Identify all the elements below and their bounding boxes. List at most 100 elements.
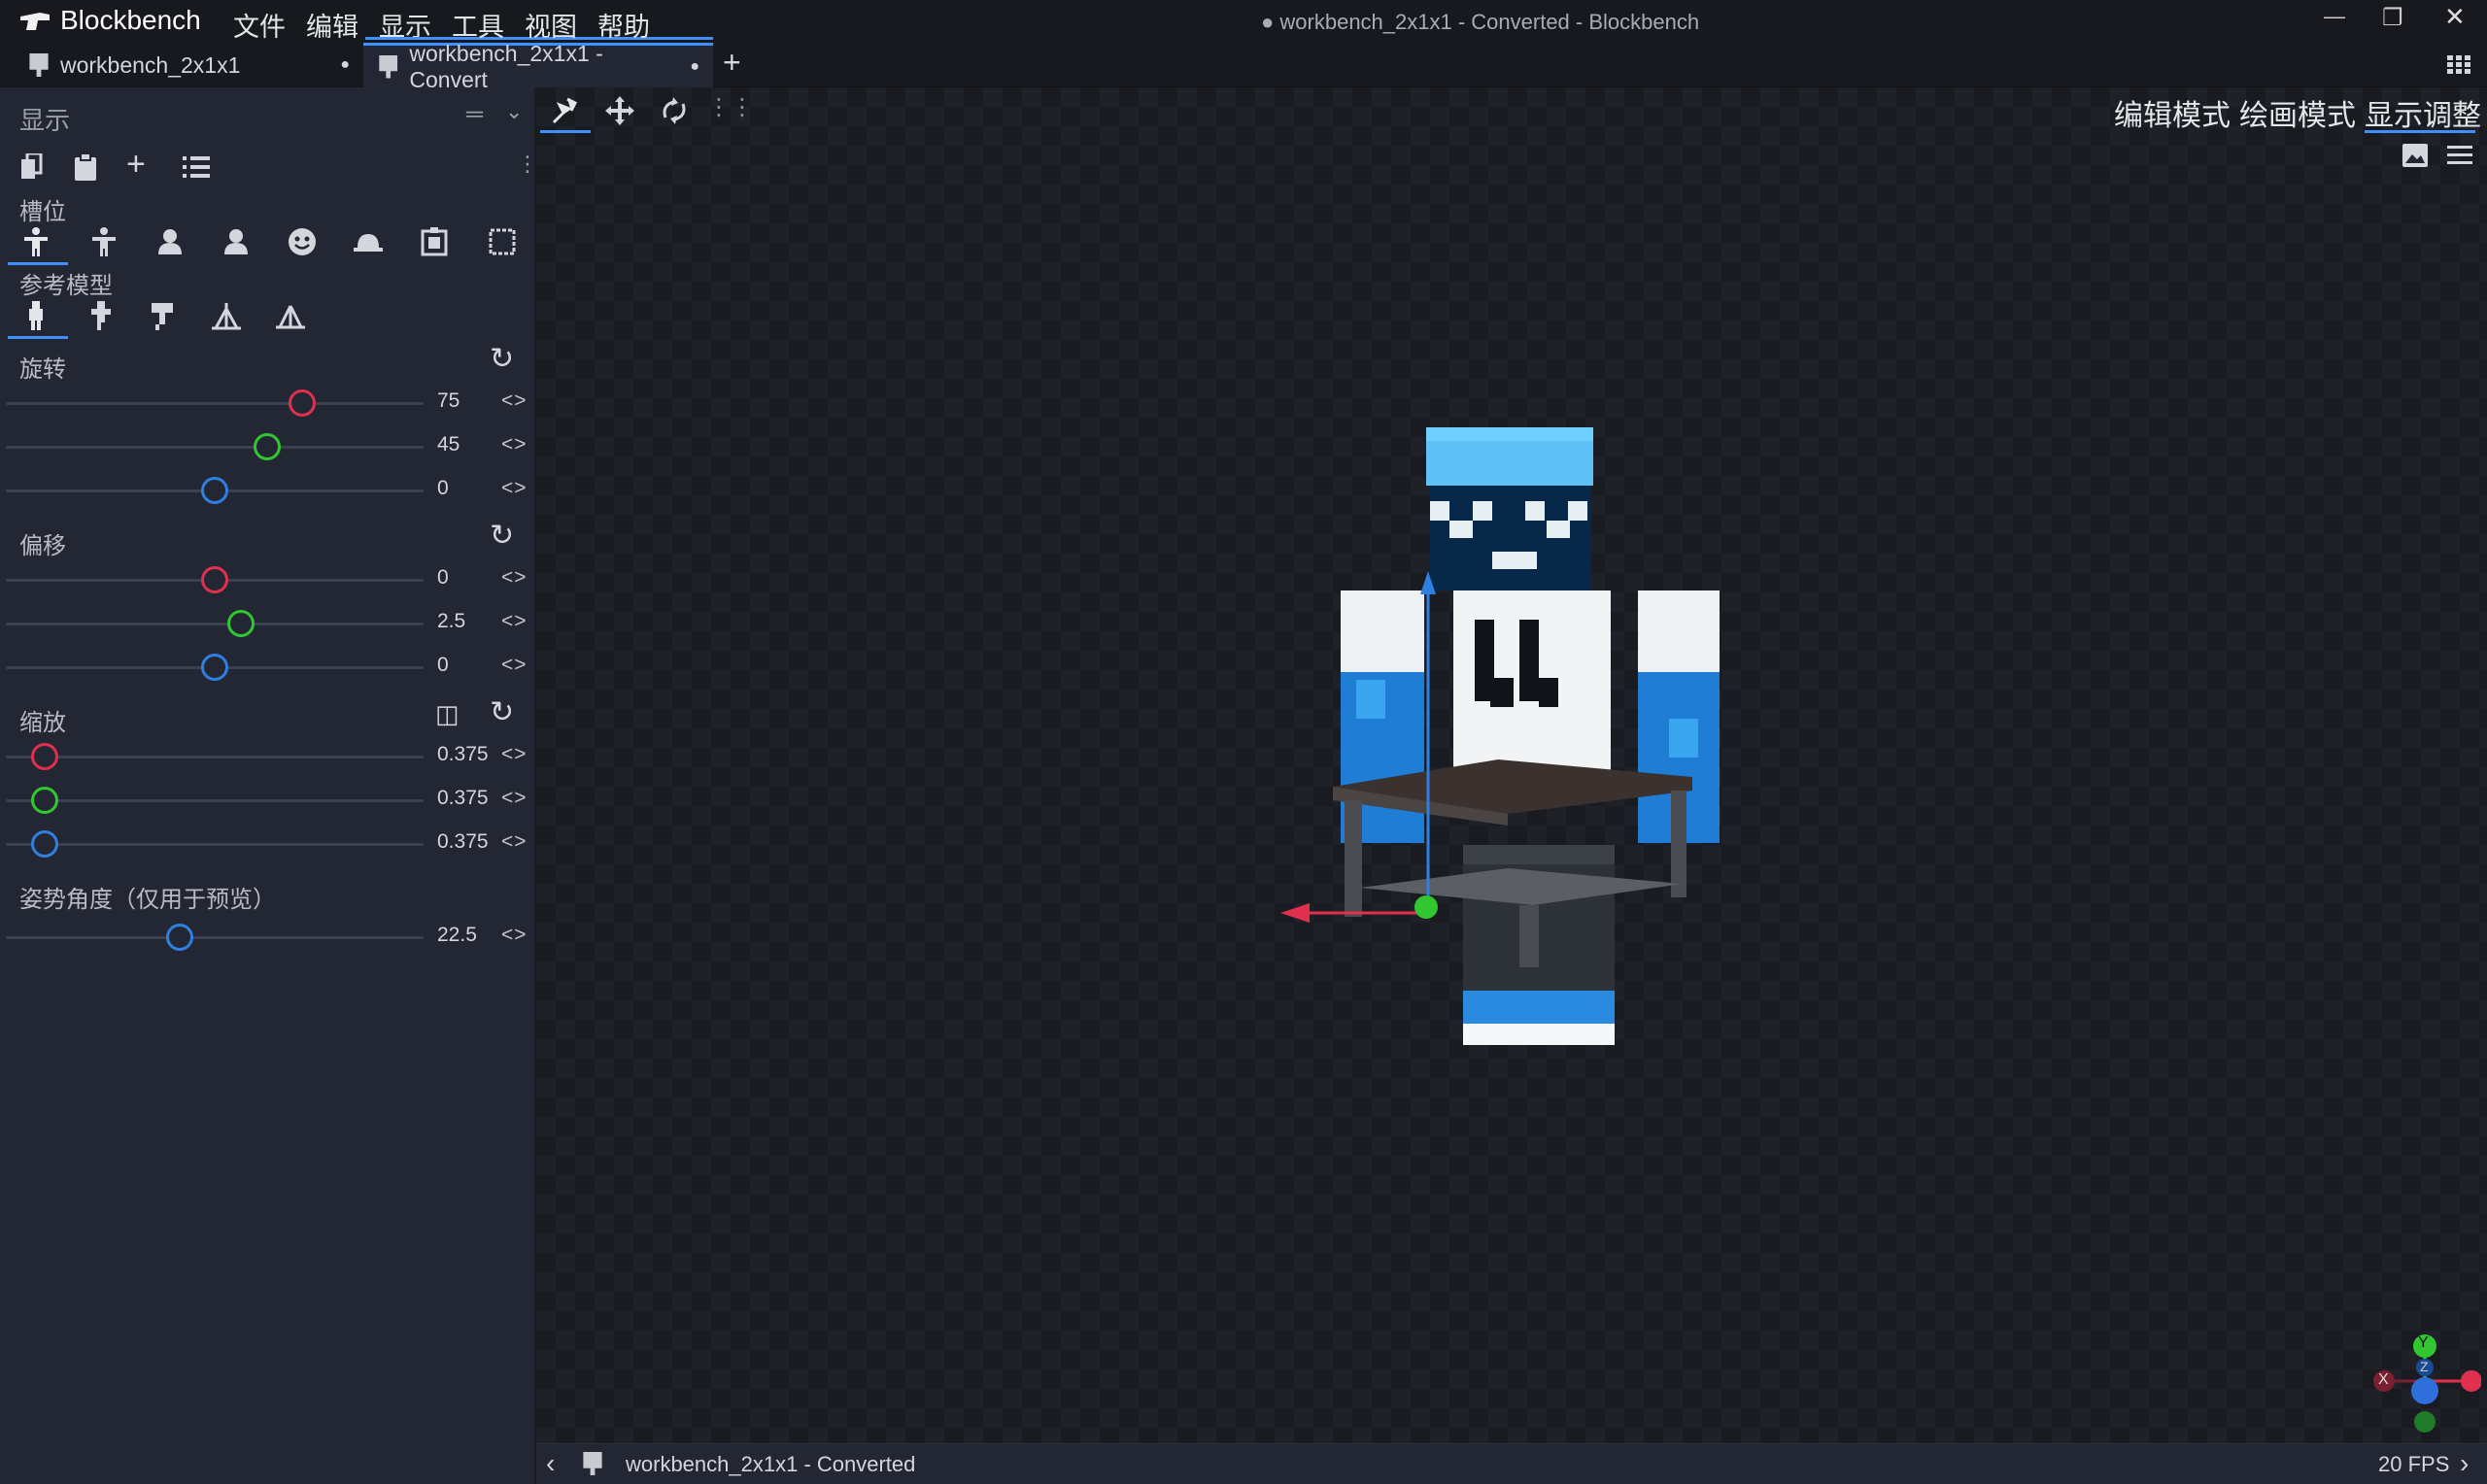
- status-prev-icon[interactable]: ‹: [546, 1448, 555, 1479]
- offset-z-step-arrows[interactable]: <>: [501, 654, 528, 677]
- scale-x-slider-track[interactable]: [6, 756, 424, 759]
- translate-icon[interactable]: [600, 91, 639, 130]
- close-button[interactable]: ✕: [2444, 2, 2466, 32]
- screenshot-icon[interactable]: [2396, 138, 2435, 173]
- offset-label: 偏移: [19, 533, 66, 559]
- tab-workbench-converted[interactable]: workbench_2x1x1 - Convert ●: [363, 41, 713, 92]
- rotation-z-step-arrows[interactable]: <>: [501, 477, 528, 500]
- rotation-z-value[interactable]: 0: [437, 477, 449, 500]
- rotation-x-value[interactable]: 75: [437, 389, 460, 413]
- ref-stand-icon[interactable]: [274, 299, 307, 332]
- panel-title: 显示: [19, 106, 71, 135]
- scale-y-step-arrows[interactable]: <>: [501, 787, 528, 810]
- rotation-x-slider-knob[interactable]: [288, 389, 316, 417]
- slot-fixed-icon[interactable]: [418, 225, 451, 258]
- menu-file[interactable]: 文件: [233, 6, 286, 44]
- scale-y-value[interactable]: 0.375: [437, 787, 489, 810]
- slot-label: 槽位: [19, 199, 66, 225]
- model-icon: [583, 1452, 602, 1475]
- offset-x-slider-knob[interactable]: [201, 566, 228, 593]
- mirror-scale-icon[interactable]: ◫: [435, 699, 460, 729]
- slot-gui-icon[interactable]: [486, 225, 519, 258]
- more-options-icon[interactable]: ⋮: [517, 152, 538, 177]
- axis-y-label: Y: [2418, 1334, 2429, 1351]
- pose-angle-slider-track[interactable]: [6, 936, 424, 939]
- scale-y-slider-track[interactable]: [6, 799, 424, 802]
- scale-z-step-arrows[interactable]: <>: [501, 830, 528, 854]
- menu-help[interactable]: 帮助: [597, 6, 650, 44]
- tab-label: workbench_2x1x1 - Convert: [409, 40, 603, 92]
- mode-display[interactable]: 显示调整: [2365, 91, 2481, 134]
- unsaved-dot: ●: [690, 57, 699, 75]
- pose-angle-step-arrows[interactable]: <>: [501, 924, 528, 947]
- add-preset-icon[interactable]: +: [126, 146, 146, 184]
- slot-firstperson-left-icon[interactable]: [220, 225, 253, 258]
- tab-bar: workbench_2x1x1 ● workbench_2x1x1 - Conv…: [0, 41, 2487, 92]
- offset-z-value[interactable]: 0: [437, 654, 449, 677]
- rotation-y-slider-track[interactable]: [6, 446, 424, 449]
- ref-zombie-icon[interactable]: [84, 299, 117, 332]
- scale-y-slider-knob[interactable]: [31, 787, 59, 814]
- rotation-reset-icon[interactable]: ↻: [490, 342, 514, 376]
- minimize-button[interactable]: —: [2324, 4, 2345, 29]
- offset-y-value[interactable]: 2.5: [437, 610, 465, 633]
- scale-z-value[interactable]: 0.375: [437, 830, 489, 854]
- scale-z-slider-track[interactable]: [6, 843, 424, 846]
- rotate-tool-icon[interactable]: [655, 91, 694, 130]
- menu-view[interactable]: 视图: [525, 6, 577, 44]
- scale-x-slider-knob[interactable]: [31, 743, 59, 770]
- status-next-icon[interactable]: ›: [2460, 1448, 2469, 1479]
- tab-workbench[interactable]: workbench_2x1x1 ●: [14, 43, 363, 87]
- slot-thirdperson-left-icon[interactable]: [87, 225, 120, 258]
- rotation-y-step-arrows[interactable]: <>: [501, 433, 528, 456]
- panel-collapse-icon[interactable]: ⌄: [505, 99, 523, 124]
- mode-edit[interactable]: 编辑模式: [2114, 91, 2231, 134]
- character-model[interactable]: [1212, 427, 1737, 1127]
- rotation-z-slider-knob[interactable]: [201, 477, 228, 504]
- slot-ground-icon[interactable]: [352, 225, 385, 258]
- axis-gizmo[interactable]: Y X Z: [2365, 1331, 2481, 1437]
- ref-player-icon[interactable]: [19, 299, 52, 332]
- scale-reset-icon[interactable]: ↻: [490, 695, 514, 729]
- panel-fold-icon[interactable]: ═: [466, 101, 483, 128]
- copy-icon[interactable]: [16, 152, 47, 183]
- app-name: Blockbench: [60, 5, 201, 35]
- rotation-y-value[interactable]: 45: [437, 433, 460, 456]
- scale-x-value[interactable]: 0.375: [437, 743, 489, 766]
- tool-active-underline: [540, 130, 591, 133]
- offset-y-slider-track[interactable]: [6, 623, 424, 625]
- rotation-x-slider-track[interactable]: [6, 402, 424, 405]
- grid-menu-icon[interactable]: [2444, 51, 2473, 80]
- restore-button[interactable]: ❐: [2382, 4, 2403, 32]
- offset-y-step-arrows[interactable]: <>: [501, 610, 528, 633]
- ref-baby-icon[interactable]: [210, 299, 243, 332]
- offset-x-step-arrows[interactable]: <>: [501, 566, 528, 590]
- offset-x-value[interactable]: 0: [437, 566, 449, 590]
- slot-firstperson-right-icon[interactable]: [153, 225, 187, 258]
- preset-list-icon[interactable]: [181, 152, 212, 183]
- scale-z-slider-knob[interactable]: [31, 830, 59, 858]
- move-gizmo-icon[interactable]: [546, 91, 585, 130]
- new-tab-plus-icon[interactable]: +: [723, 45, 741, 81]
- offset-z-slider-knob[interactable]: [201, 654, 228, 681]
- slot-active-underline: [8, 262, 68, 265]
- viewport-menu-icon[interactable]: [2440, 138, 2479, 173]
- paste-icon[interactable]: [70, 152, 101, 183]
- ref-armor-stand-icon[interactable]: [146, 299, 179, 332]
- pose-angle-slider-knob[interactable]: [166, 924, 194, 951]
- pose-angle-value[interactable]: 22.5: [437, 924, 477, 947]
- 3d-viewport[interactable]: ⋮⋮ 编辑模式 绘画模式 显示调整 Y X Z: [536, 87, 2487, 1443]
- model-icon: [29, 53, 49, 77]
- mode-paint[interactable]: 绘画模式: [2239, 91, 2356, 134]
- menu-edit[interactable]: 编辑: [306, 6, 358, 44]
- offset-y-slider-knob[interactable]: [226, 610, 255, 637]
- offset-reset-icon[interactable]: ↻: [490, 519, 514, 553]
- slot-thirdperson-right-icon[interactable]: [19, 225, 52, 258]
- scale-x-step-arrows[interactable]: <>: [501, 743, 528, 766]
- rotation-y-slider-knob[interactable]: [253, 433, 281, 460]
- rotation-x-step-arrows[interactable]: <>: [501, 389, 528, 413]
- toolbar-drag-handle[interactable]: ⋮⋮: [707, 93, 754, 121]
- menu-tools[interactable]: 工具: [452, 6, 504, 44]
- slot-head-icon[interactable]: [286, 225, 319, 258]
- ref-active-underline: [8, 336, 68, 339]
